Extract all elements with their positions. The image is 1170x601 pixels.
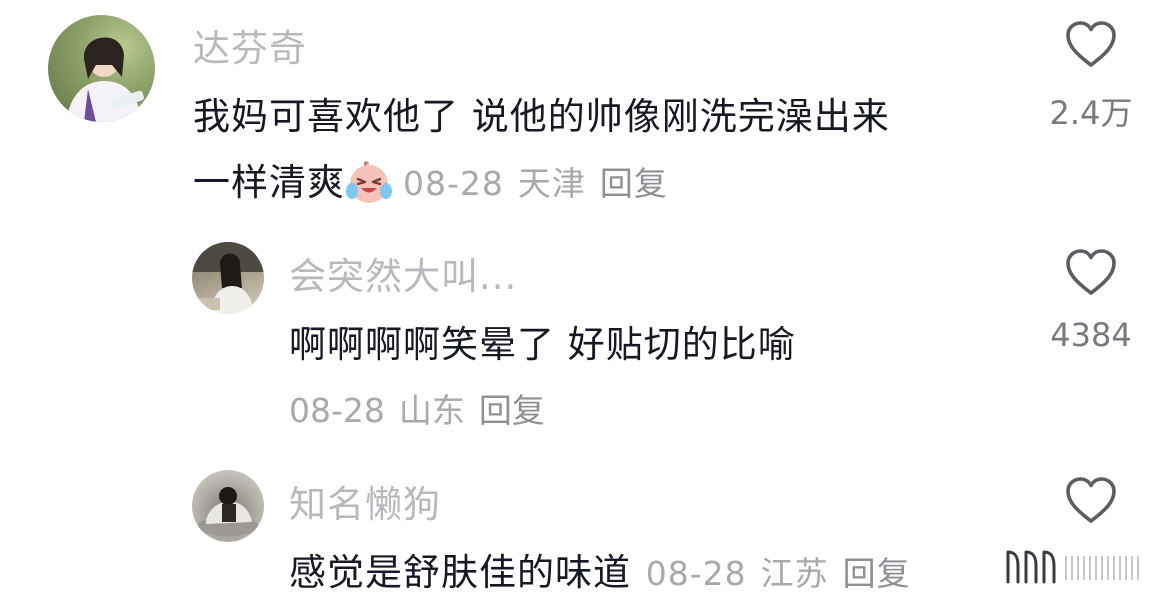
like-count: 2.4万: [1049, 94, 1133, 132]
like-count: 4384: [1050, 316, 1132, 354]
comment-username[interactable]: 会突然大叫...: [289, 246, 517, 300]
crying-laughing-emoji-icon: [346, 161, 392, 203]
comment-location: 江苏: [760, 554, 829, 593]
comment-date: 08-28: [403, 164, 504, 203]
comment-meta: 08-28 天津 回复: [403, 164, 682, 203]
comment-text-line: 感觉是舒肤佳的味道 08-28 江苏 回复: [289, 542, 925, 596]
avatar[interactable]: [48, 15, 155, 122]
comment-text-continued: 一样清爽: [193, 161, 345, 204]
comment-text: 感觉是舒肤佳的味道: [289, 551, 631, 594]
avatar-image: [192, 242, 264, 314]
heart-outline-icon[interactable]: [1065, 21, 1117, 69]
watermark-logo: [956, 546, 1156, 588]
comment-username[interactable]: 知名懒狗: [289, 474, 441, 528]
heart-outline-icon[interactable]: [1065, 249, 1117, 297]
comment-meta: 08-28 山东 回复: [289, 384, 559, 432]
comment-location: 天津: [517, 164, 586, 203]
comment-text: 我妈可喜欢他了 说他的帅像刚洗完澡出来: [193, 95, 890, 138]
avatar[interactable]: [192, 242, 264, 314]
comment-date: 08-28: [289, 391, 385, 430]
avatar-image: [66, 37, 144, 122]
comment-meta: 08-28 江苏 回复: [646, 554, 925, 593]
comment-text: 啊啊啊啊笑晕了 好贴切的比喻: [289, 323, 796, 366]
reply-button[interactable]: 回复: [843, 554, 911, 593]
reply-button[interactable]: 回复: [479, 391, 545, 430]
heart-outline-icon[interactable]: [1065, 477, 1117, 525]
avatar[interactable]: [192, 470, 264, 542]
comment-location: 山东: [398, 391, 465, 430]
comment-text-line2: 一样清爽 08-28 天津 回复: [193, 152, 682, 206]
avatar-image: [198, 487, 258, 536]
comment-username[interactable]: 达芬奇: [193, 18, 307, 72]
comment-date: 08-28: [645, 554, 747, 593]
reply-button[interactable]: 回复: [600, 164, 668, 203]
